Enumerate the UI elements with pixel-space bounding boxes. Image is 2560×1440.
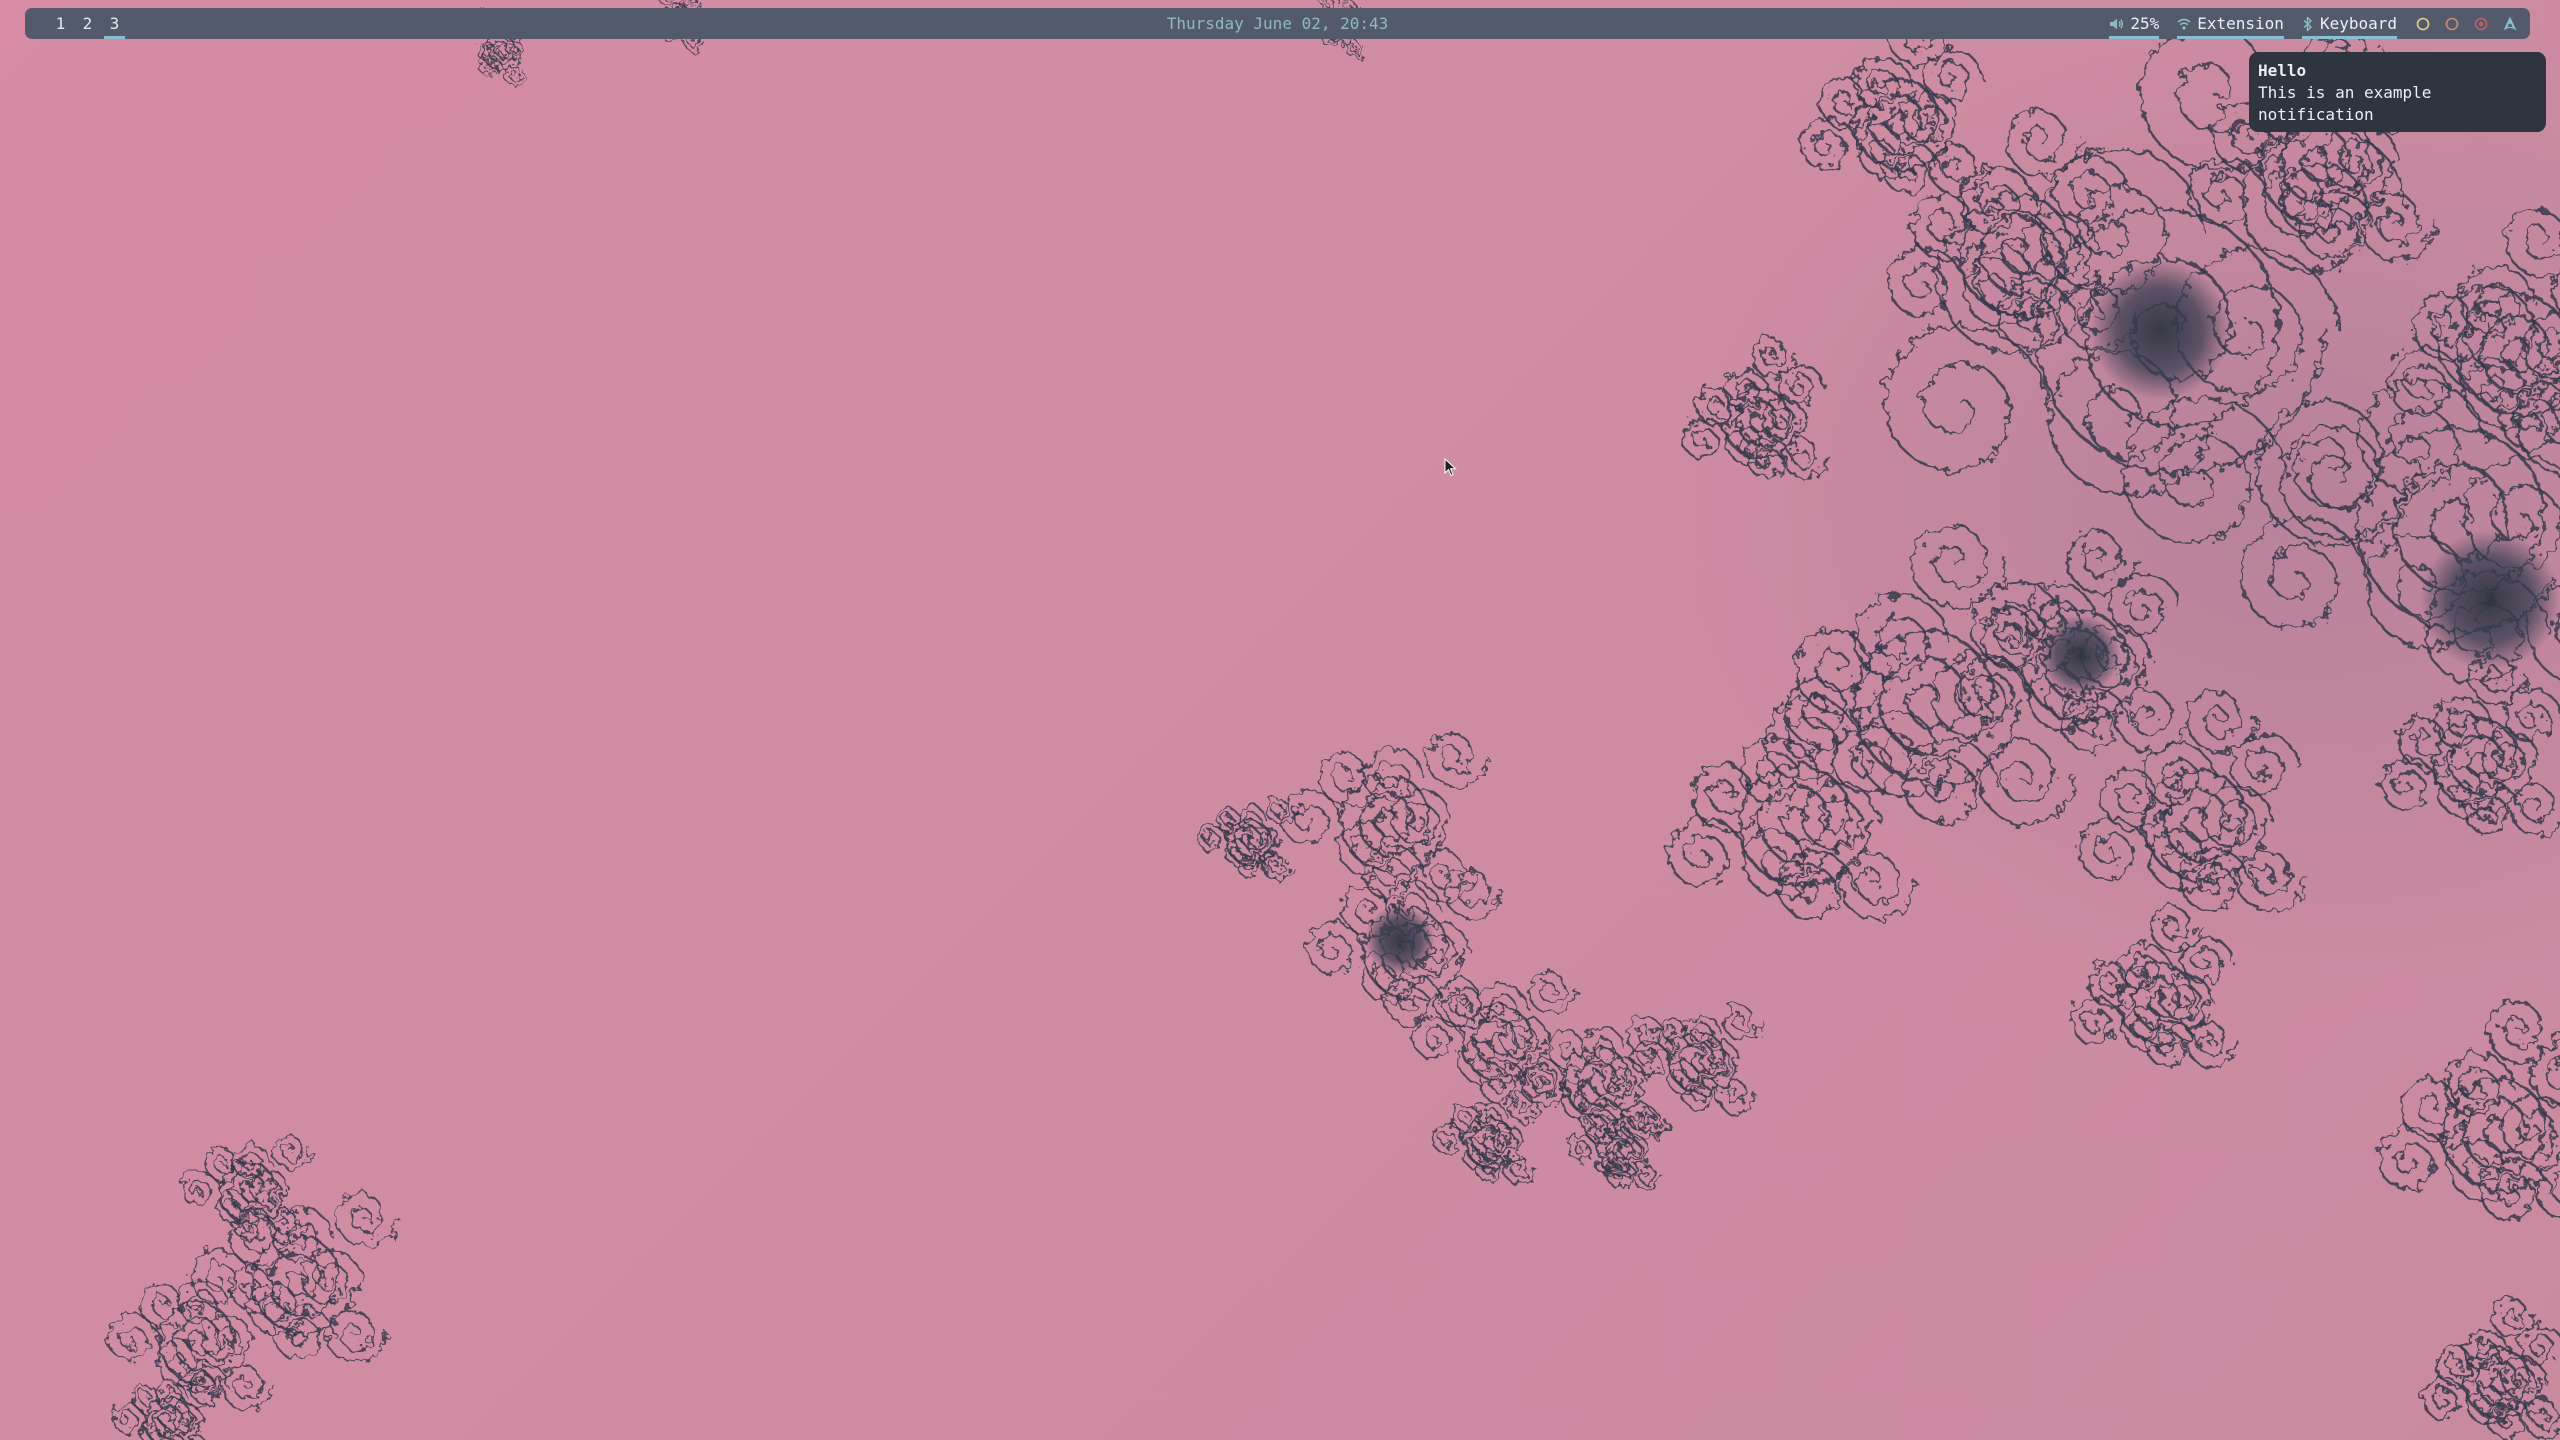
volume-module[interactable]: 25%	[2109, 8, 2159, 39]
status-modules: 25% Extension Keyboard	[2109, 8, 2518, 39]
workspace-switcher: 1 2 3	[47, 8, 128, 39]
mouse-pointer-icon	[1444, 458, 1457, 477]
notification-body-line-1: This is an example	[2258, 83, 2432, 102]
top-bar: 1 2 3 Thursday June 02, 20:43 25% Extens…	[25, 8, 2530, 39]
bluetooth-module[interactable]: Keyboard	[2301, 8, 2398, 39]
wifi-icon	[2177, 17, 2191, 31]
workspace-3-button[interactable]: 3	[101, 8, 128, 39]
notification-body-line-2: notification	[2258, 105, 2374, 124]
network-module[interactable]: Extension	[2177, 8, 2284, 39]
network-label: Extension	[2197, 14, 2284, 33]
arch-linux-icon[interactable]	[2502, 16, 2518, 32]
workspace-2-button[interactable]: 2	[74, 8, 101, 39]
notification-popup[interactable]: Hello This is an example notification	[2249, 52, 2546, 132]
clock[interactable]: Thursday June 02, 20:43	[1167, 14, 1389, 33]
circle-yellow-icon[interactable]	[2415, 16, 2431, 32]
workspace-1-button[interactable]: 1	[47, 8, 74, 39]
bluetooth-label: Keyboard	[2319, 14, 2397, 33]
bluetooth-icon	[2302, 16, 2314, 32]
volume-label: 25%	[2130, 14, 2160, 33]
circle-orange-icon[interactable]	[2444, 16, 2460, 32]
notification-title: Hello	[2258, 61, 2307, 80]
record-red-icon[interactable]	[2473, 16, 2489, 32]
system-tray	[2415, 8, 2518, 39]
volume-icon	[2109, 17, 2124, 31]
desktop-wallpaper	[107, 0, 2560, 1440]
